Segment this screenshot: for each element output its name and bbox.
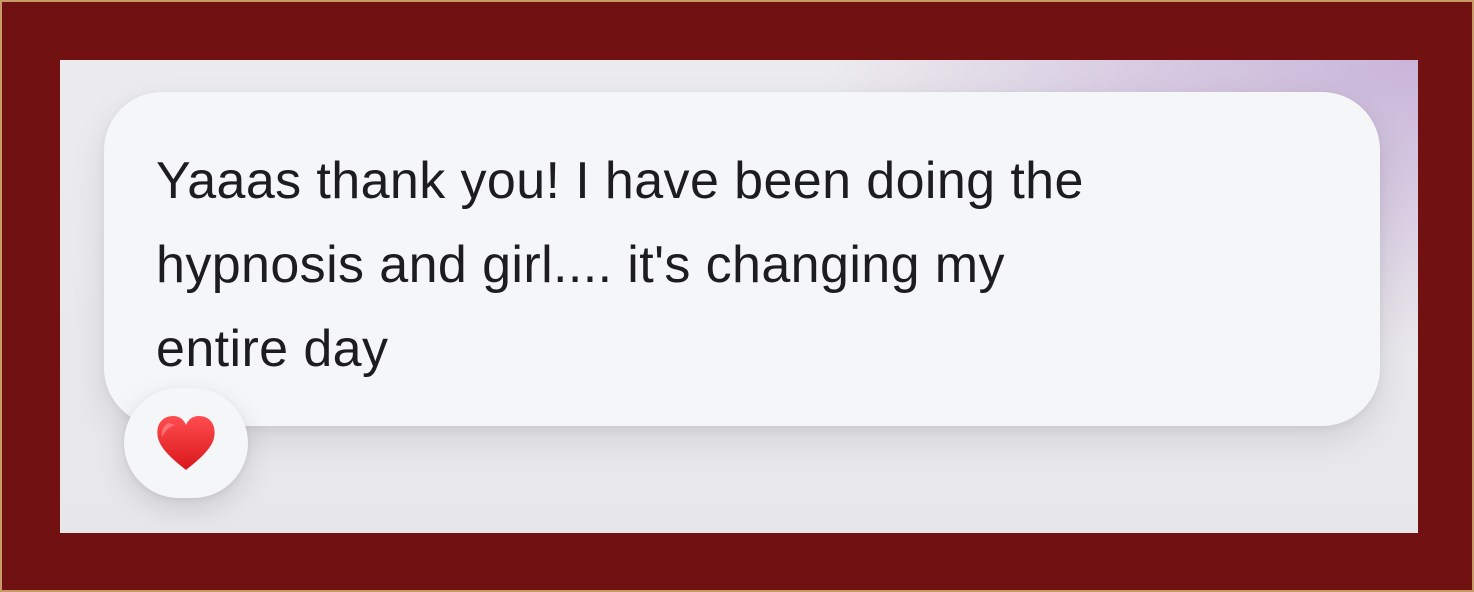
chat-screen: Yaaas thank you! I have been doing the h…	[60, 60, 1418, 533]
outer-frame: Yaaas thank you! I have been doing the h…	[2, 2, 1472, 590]
reaction-badge[interactable]	[124, 388, 248, 498]
heart-icon	[157, 416, 215, 470]
message-text: Yaaas thank you! I have been doing the h…	[156, 152, 1084, 378]
message-bubble[interactable]: Yaaas thank you! I have been doing the h…	[104, 92, 1380, 426]
